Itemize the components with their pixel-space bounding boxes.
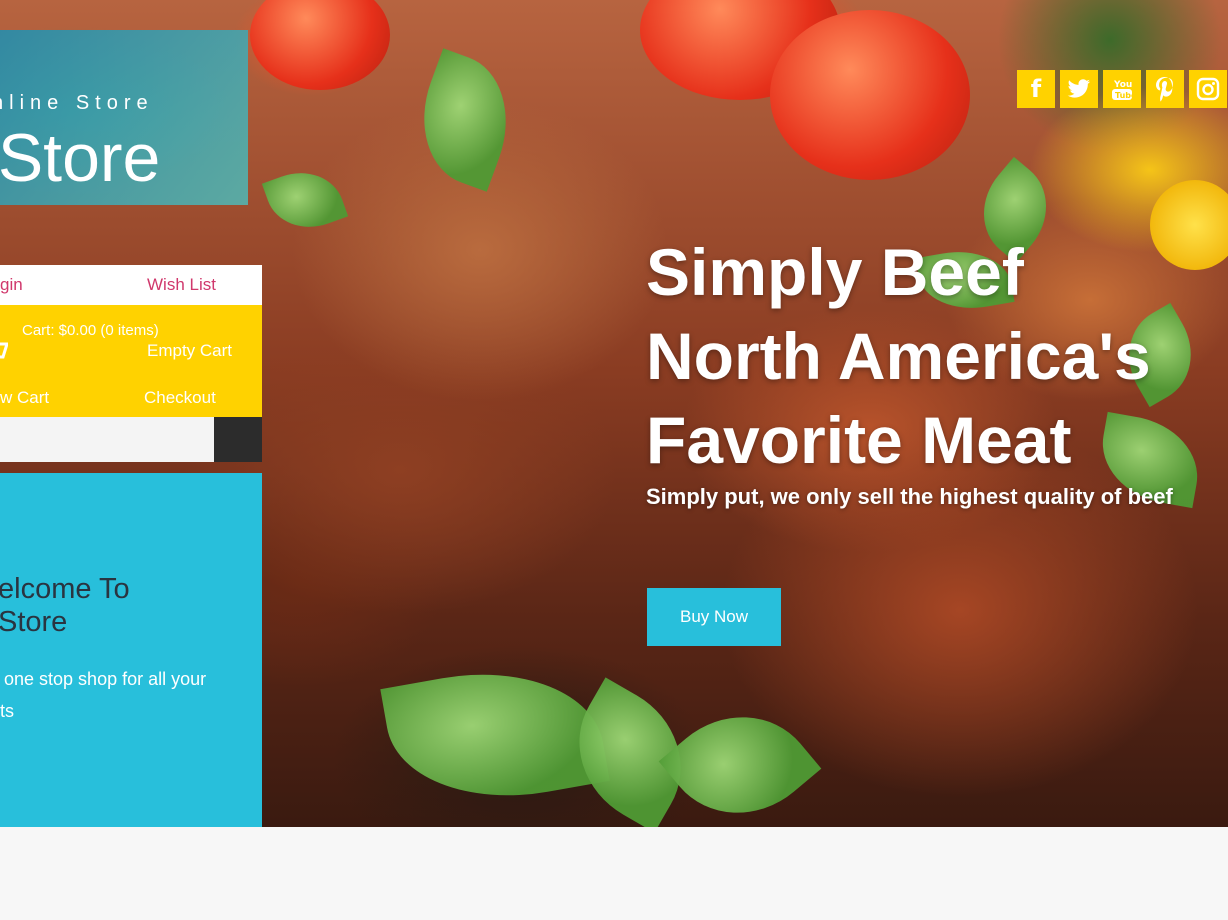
brand-tagline: nline Store (0, 92, 154, 114)
herb-leaf-decoration (658, 684, 822, 827)
search-bar (0, 417, 262, 462)
twitter-button[interactable] (1060, 70, 1098, 108)
empty-cart-link[interactable]: Empty Cart (147, 341, 232, 361)
welcome-title-line: Store (0, 606, 68, 638)
brand-logo-box[interactable]: nline Store uStore (0, 30, 248, 205)
welcome-text-line: one stop shop for all your (4, 669, 207, 689)
instagram-button[interactable] (1189, 70, 1227, 108)
pepper-decoration (1150, 180, 1228, 270)
search-button[interactable] (214, 417, 262, 462)
welcome-text: one stop shop for all your ts (0, 663, 232, 727)
instagram-icon (1196, 77, 1220, 101)
facebook-button[interactable]: f (1017, 70, 1055, 108)
tomato-decoration (770, 10, 970, 180)
welcome-text-line: ts (0, 701, 15, 721)
welcome-title-line: elcome To (0, 573, 130, 605)
tomato-decoration (250, 0, 390, 90)
hero-headline-line: Simply Beef (646, 235, 1024, 309)
cart-panel: Cart: $0.00 (0 items) Empty Cart w Cart … (0, 305, 262, 417)
twitter-icon (1067, 79, 1090, 98)
login-link[interactable]: gin (0, 275, 23, 295)
hero-headline: Simply Beef North America's Favorite Mea… (646, 230, 1151, 482)
cart-summary: Cart: $0.00 (0 items) (22, 322, 159, 339)
buy-now-button[interactable]: Buy Now (647, 588, 781, 646)
view-cart-link[interactable]: w Cart (0, 388, 49, 408)
welcome-panel: elcome To Store one stop shop for all yo… (0, 473, 262, 827)
welcome-title: elcome To Store (0, 573, 206, 639)
cart-icon (0, 342, 8, 359)
hero-subtitle: Simply put, we only sell the highest qua… (646, 484, 1173, 509)
youtube-button[interactable]: You Tube (1103, 70, 1141, 108)
account-bar: gin Wish List (0, 265, 262, 305)
svg-text:You: You (1113, 80, 1132, 90)
herb-leaf-decoration (261, 159, 349, 241)
social-links: f You Tube (1017, 70, 1227, 108)
wish-list-link[interactable]: Wish List (147, 275, 216, 295)
pinterest-icon (1156, 77, 1173, 102)
pinterest-button[interactable] (1146, 70, 1184, 108)
herb-leaf-decoration (402, 48, 528, 192)
hero-headline-line: Favorite Meat (646, 403, 1072, 477)
herb-leaf-decoration (380, 652, 610, 818)
search-input[interactable] (0, 417, 214, 462)
checkout-link[interactable]: Checkout (144, 388, 216, 408)
facebook-icon: f (1030, 75, 1042, 103)
youtube-icon: You Tube (1112, 80, 1135, 100)
hero-headline-line: North America's (646, 319, 1151, 393)
svg-text:Tube: Tube (1115, 91, 1135, 100)
brand-name: uStore (0, 120, 161, 196)
